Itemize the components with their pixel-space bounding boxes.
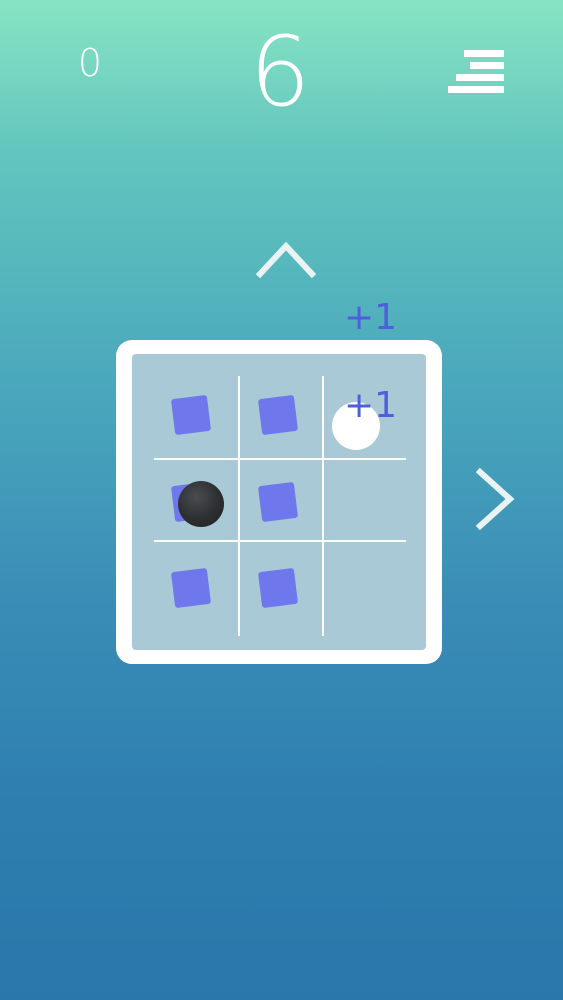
menu-icon-bar [456, 74, 504, 81]
tile-r1c2[interactable] [257, 394, 299, 436]
menu-icon-bar [448, 86, 504, 93]
tile-r3c1[interactable] [170, 567, 212, 609]
plus-one-popup: +1 [344, 385, 398, 426]
moves-counter: 6 [249, 16, 311, 128]
grid-line [238, 376, 240, 636]
score-counter: 0 [77, 41, 103, 85]
menu-icon-bar [464, 50, 504, 57]
tile-r3c2[interactable] [257, 567, 299, 609]
black-ball[interactable] [178, 481, 224, 527]
move-up-button[interactable] [254, 236, 318, 280]
menu-button[interactable] [448, 50, 504, 94]
menu-icon-bar [470, 62, 504, 69]
move-right-button[interactable] [472, 466, 518, 532]
grid-line [154, 540, 406, 542]
chevron-right-icon [475, 467, 515, 531]
tile-r1c1[interactable] [170, 394, 212, 436]
grid-line [154, 458, 406, 460]
grid-line [322, 376, 324, 636]
tile-r2c2[interactable] [257, 481, 299, 523]
plus-one-popup: +1 [344, 297, 398, 338]
chevron-up-icon [255, 241, 317, 279]
